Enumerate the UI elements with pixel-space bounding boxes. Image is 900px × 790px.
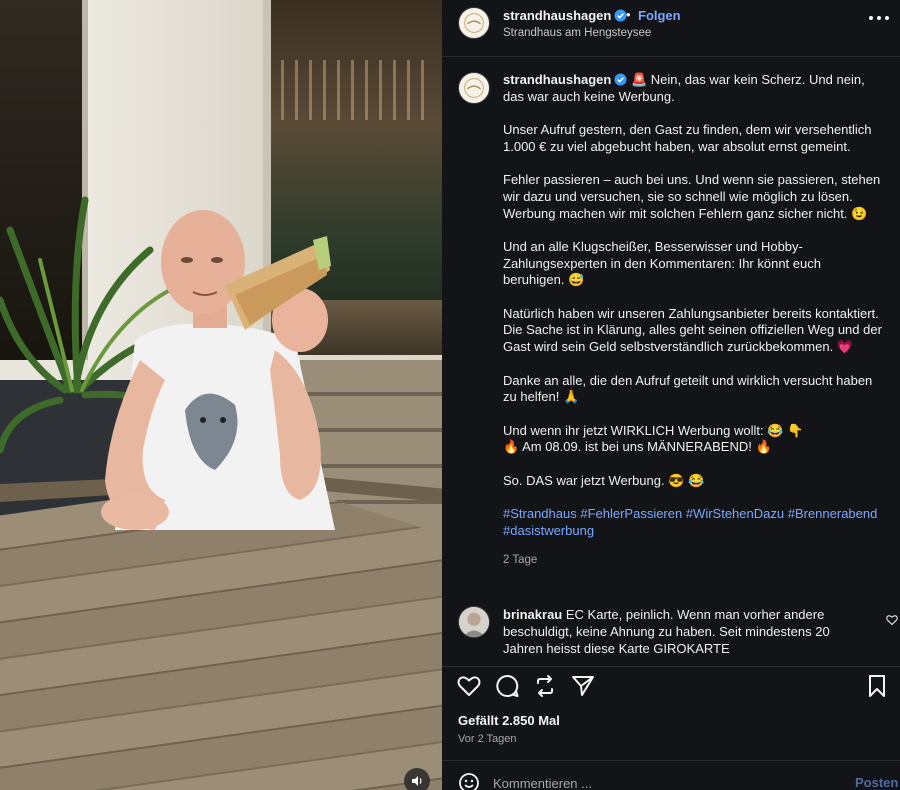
caption-author-avatar[interactable] xyxy=(458,72,490,104)
pray-emoji: 🙏 xyxy=(563,389,580,405)
cool-emoji: 😎 xyxy=(668,472,685,488)
caption-paragraph-5: Natürlich haben wir unseren Zahlungsanbi… xyxy=(503,306,883,356)
caption-paragraph-3-text: Fehler passieren – auch bei uns. Und wen… xyxy=(503,172,881,221)
comment-bubble-icon[interactable] xyxy=(494,673,520,699)
save-bookmark-icon[interactable] xyxy=(864,673,890,699)
comment-item: brinakrau EC Karte, peinlich. Wenn man v… xyxy=(442,598,900,664)
caption-paragraph-7: Und wenn ihr jetzt WIRKLICH Werbung woll… xyxy=(503,423,883,456)
speaker-icon xyxy=(412,776,422,786)
comment-input[interactable] xyxy=(493,774,793,790)
composer-divider xyxy=(442,760,900,761)
like-heart-icon[interactable] xyxy=(456,673,482,699)
post-photo[interactable] xyxy=(0,0,442,790)
strandhaus-logo-icon xyxy=(459,8,489,38)
post-comment-button[interactable]: Posten xyxy=(855,775,898,790)
fire-emoji: 🔥 xyxy=(503,439,520,455)
heart-emoji: 💗 xyxy=(836,339,854,355)
commenter-avatar[interactable] xyxy=(458,606,490,638)
caption-username[interactable]: strandhaushagen xyxy=(503,72,611,87)
caption-paragraph-4: Und an alle Klugscheißer, Besserwisser u… xyxy=(503,239,883,289)
repost-icon[interactable] xyxy=(532,673,558,699)
caption-paragraph-4-text: Und an alle Klugscheißer, Besserwisser u… xyxy=(503,238,821,288)
caption-paragraph-3: Fehler passieren – auch bei uns. Und wen… xyxy=(503,172,883,222)
verified-badge-icon xyxy=(614,73,627,86)
point-down-emoji: 👇 xyxy=(787,422,804,438)
laugh-emoji: 😂 xyxy=(767,422,784,438)
share-paper-plane-icon[interactable] xyxy=(570,673,596,699)
post-header: strandhaushagen • Folgen Strandhaus am H… xyxy=(442,0,900,50)
instagram-post-dialog: strandhaushagen • Folgen Strandhaus am H… xyxy=(0,0,900,790)
likes-count[interactable]: Gefällt 2.850 Mal xyxy=(458,713,560,728)
author-avatar[interactable] xyxy=(458,7,490,39)
sound-toggle-button[interactable] xyxy=(404,768,430,790)
caption-paragraph-6: Danke an alle, die den Aufruf geteilt un… xyxy=(503,373,883,406)
comment-like-heart-icon[interactable] xyxy=(886,614,898,626)
post-location[interactable]: Strandhaus am Hengsteysee xyxy=(503,27,651,39)
commenter-username[interactable]: brinakrau xyxy=(503,607,562,622)
more-options-icon[interactable] xyxy=(868,14,890,22)
siren-emoji: 🚨 xyxy=(630,72,648,87)
caption-age: 2 Tage xyxy=(503,554,538,567)
caption-paragraph-1: strandhaushagen 🚨 Nein, das war kein Sch… xyxy=(503,72,883,105)
grin-emoji: 😅 xyxy=(568,272,585,288)
author-username[interactable]: strandhaushagen xyxy=(503,8,627,23)
caption-paragraph-7a: Und wenn ihr jetzt WIRKLICH Werbung woll… xyxy=(503,422,764,438)
header-divider xyxy=(442,56,900,57)
header-separator: • xyxy=(626,7,631,22)
caption-hashtags[interactable]: #Strandhaus #FehlerPassieren #WirStehenD… xyxy=(503,506,883,539)
comment-composer: Posten xyxy=(442,765,900,790)
post-caption: strandhaushagen 🚨 Nein, das war kein Sch… xyxy=(503,72,883,569)
caption-paragraph-8: So. DAS war jetzt Werbung. 😎 😂 xyxy=(503,473,883,490)
comment-text: brinakrau EC Karte, peinlich. Wenn man v… xyxy=(503,606,863,657)
caption-paragraph-8-text: So. DAS war jetzt Werbung. xyxy=(503,472,665,488)
user-avatar-icon xyxy=(459,607,489,637)
author-username-text: strandhaushagen xyxy=(503,8,612,23)
fire-emoji: 🔥 xyxy=(755,439,772,455)
wink-emoji: 😉 xyxy=(851,205,868,221)
actions-divider xyxy=(442,666,900,667)
follow-button[interactable]: Folgen xyxy=(638,8,681,23)
strandhaus-logo-icon xyxy=(459,73,489,103)
post-panel: strandhaushagen • Folgen Strandhaus am H… xyxy=(442,0,900,790)
caption-section: strandhaushagen 🚨 Nein, das war kein Sch… xyxy=(442,58,900,658)
caption-paragraph-6-text: Danke an alle, die den Aufruf geteilt un… xyxy=(503,372,873,405)
caption-paragraph-2: Unser Aufruf gestern, den Gast zu finden… xyxy=(503,122,872,154)
photo-man-with-banknotes xyxy=(101,210,335,530)
emoji-picker-icon[interactable] xyxy=(458,772,480,790)
caption-paragraph-7b: Am 08.09. ist bei uns MÄNNERABEND! xyxy=(522,439,752,455)
caption-paragraph-5-text: Natürlich haben wir unseren Zahlungsanbi… xyxy=(503,305,882,355)
laugh-emoji: 😂 xyxy=(688,472,705,488)
action-bar xyxy=(442,670,900,704)
post-date[interactable]: Vor 2 Tagen xyxy=(458,733,517,745)
